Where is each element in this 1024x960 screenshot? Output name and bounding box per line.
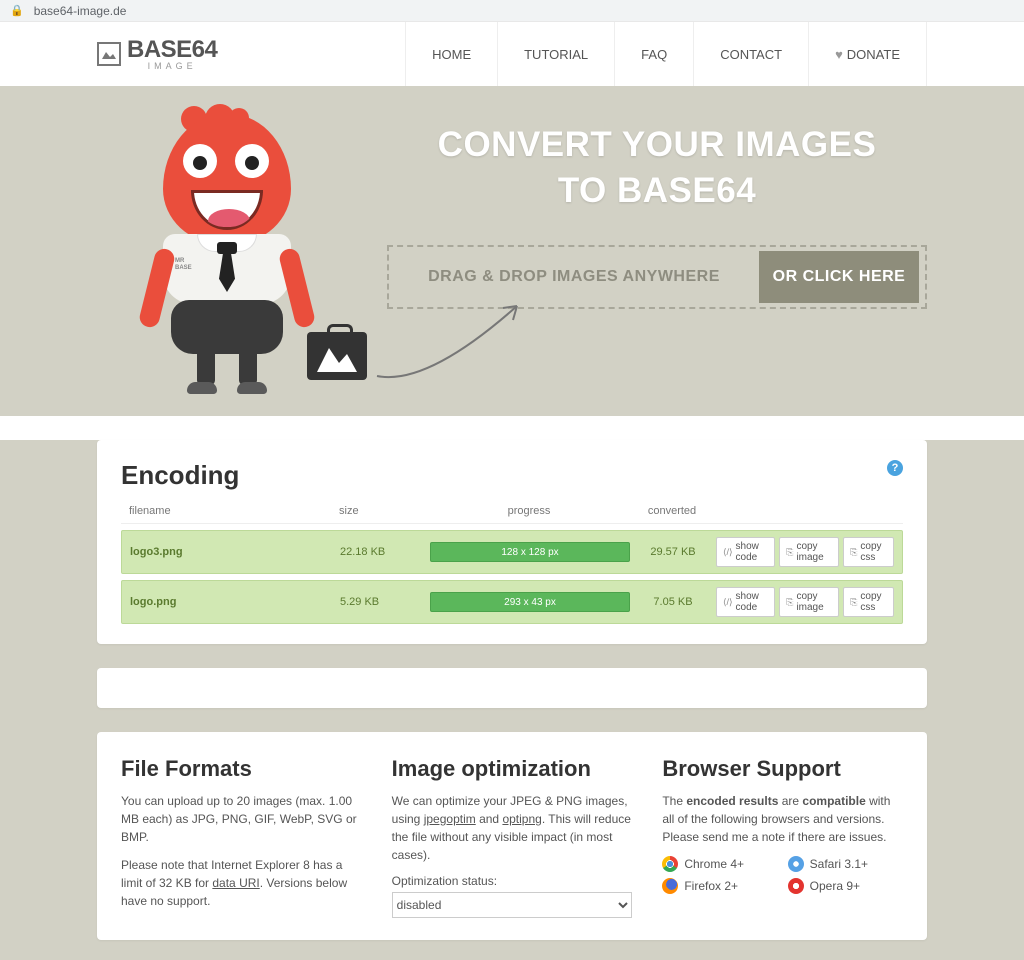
cell-size: 5.29 KB [340, 596, 430, 608]
url-text: base64-image.de [34, 4, 127, 18]
spacer-panel [97, 668, 927, 708]
cell-converted: 7.05 KB [630, 596, 716, 608]
copy-icon: ⎘ [850, 547, 857, 558]
list-item: Firefox 2+ [662, 878, 777, 894]
lock-icon: 🔒 [10, 4, 24, 17]
list-item: Chrome 4+ [662, 856, 777, 872]
cell-filename: logo3.png [130, 546, 340, 558]
briefcase-icon [307, 332, 367, 380]
hero-section: MRBASE CONVERT YOUR IMAGES TO BASE64 DRA… [0, 86, 1024, 416]
main-nav: HOME TUTORIAL FAQ CONTACT ♥DONATE [405, 22, 927, 86]
logo-icon [97, 42, 121, 66]
cell-progress: 128 x 128 px [430, 542, 630, 562]
nav-faq[interactable]: FAQ [614, 22, 693, 86]
hero-title: CONVERT YOUR IMAGES TO BASE64 [387, 122, 927, 213]
safari-icon [788, 856, 804, 872]
copy-css-button[interactable]: ⎘copy css [843, 587, 894, 617]
cell-progress: 293 x 43 px [430, 592, 630, 612]
table-row: logo3.png 22.18 KB 128 x 128 px 29.57 KB… [121, 530, 903, 574]
browser-list: Chrome 4+ Safari 3.1+ Firefox 2+ Opera 9… [662, 856, 903, 894]
copy-image-button[interactable]: ⎘copy image [779, 537, 839, 567]
data-uri-link[interactable]: data URI [212, 876, 259, 890]
address-bar: 🔒 base64-image.de [0, 0, 1024, 22]
image-optimization-p: We can optimize your JPEG & PNG images, … [392, 792, 633, 864]
firefox-icon [662, 878, 678, 894]
encoding-title: Encoding [121, 460, 903, 491]
drop-zone-label: DRAG & DROP IMAGES ANYWHERE [389, 268, 759, 286]
cell-converted: 29.57 KB [630, 546, 716, 558]
site-logo[interactable]: BASE64 IMAGE [97, 38, 217, 71]
show-code-button[interactable]: ⟨/⟩show code [716, 537, 775, 567]
logo-sub-text: IMAGE [127, 62, 217, 71]
opera-icon [788, 878, 804, 894]
logo-main-text: BASE64 [127, 38, 217, 62]
image-optimization-column: Image optimization We can optimize your … [392, 756, 633, 920]
header: BASE64 IMAGE HOME TUTORIAL FAQ CONTACT ♥… [0, 22, 1024, 86]
nav-home[interactable]: HOME [405, 22, 497, 86]
list-item: Safari 3.1+ [788, 856, 903, 872]
mascot-illustration: MRBASE [117, 104, 337, 414]
upload-click-button[interactable]: OR CLICK HERE [759, 251, 919, 303]
browser-support-p: The encoded results are compatible with … [662, 792, 903, 846]
copy-icon: ⎘ [786, 547, 793, 558]
file-formats-p1: You can upload up to 20 images (max. 1.0… [121, 792, 362, 846]
help-icon[interactable]: ? [887, 460, 903, 476]
copy-image-button[interactable]: ⎘copy image [779, 587, 839, 617]
show-code-button[interactable]: ⟨/⟩show code [716, 587, 775, 617]
info-panel: File Formats You can upload up to 20 ima… [97, 732, 927, 940]
optimization-status-select[interactable]: disabled [392, 892, 633, 918]
nav-donate[interactable]: ♥DONATE [808, 22, 927, 86]
cell-filename: logo.png [130, 596, 340, 608]
browser-support-column: Browser Support The encoded results are … [662, 756, 903, 920]
list-item: Opera 9+ [788, 878, 903, 894]
file-formats-title: File Formats [121, 756, 362, 782]
table-row: logo.png 5.29 KB 293 x 43 px 7.05 KB ⟨/⟩… [121, 580, 903, 624]
image-optimization-title: Image optimization [392, 756, 633, 782]
chrome-icon [662, 856, 678, 872]
file-formats-p2: Please note that Internet Explorer 8 has… [121, 856, 362, 910]
optimization-status-label: Optimization status: [392, 874, 633, 888]
optipng-link[interactable]: optipng [502, 812, 541, 826]
drop-zone[interactable]: DRAG & DROP IMAGES ANYWHERE OR CLICK HER… [387, 245, 927, 309]
nav-tutorial[interactable]: TUTORIAL [497, 22, 614, 86]
jpegoptim-link[interactable]: jpegoptim [424, 812, 476, 826]
file-formats-column: File Formats You can upload up to 20 ima… [121, 756, 362, 920]
browser-support-title: Browser Support [662, 756, 903, 782]
heart-icon: ♥ [835, 47, 843, 62]
encoding-panel: ? Encoding filename size progress conver… [97, 440, 927, 644]
code-icon: ⟨/⟩ [723, 597, 733, 608]
mascot-column: MRBASE [97, 86, 357, 414]
copy-css-button[interactable]: ⎘copy css [843, 537, 894, 567]
encoding-table-header: filename size progress converted [121, 499, 903, 524]
copy-icon: ⎘ [850, 597, 857, 608]
copy-icon: ⎘ [786, 597, 793, 608]
cell-size: 22.18 KB [340, 546, 430, 558]
nav-contact[interactable]: CONTACT [693, 22, 808, 86]
code-icon: ⟨/⟩ [723, 547, 733, 558]
